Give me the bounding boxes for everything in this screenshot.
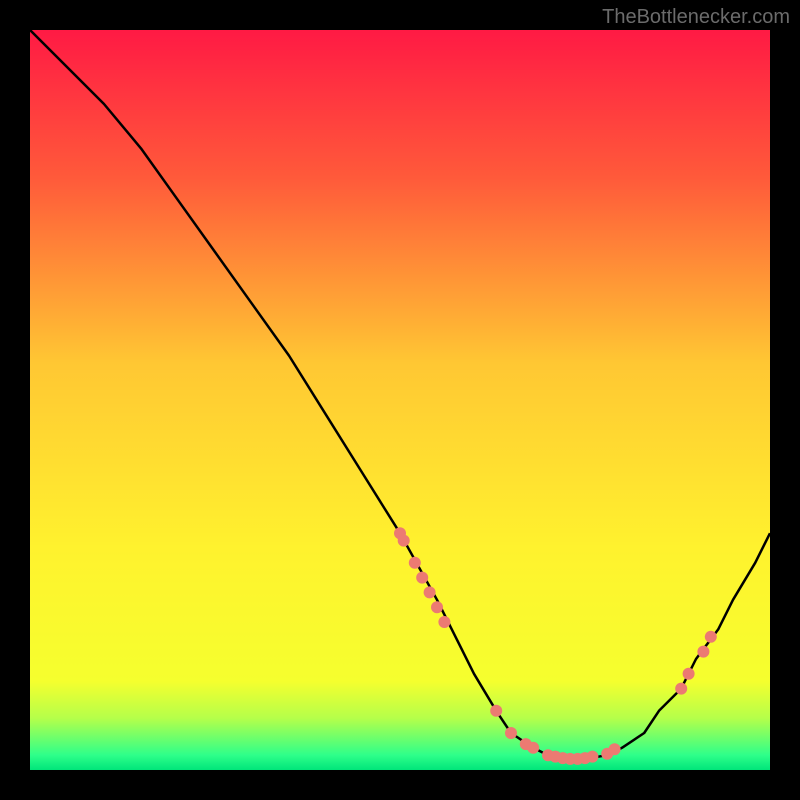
data-point	[609, 743, 621, 755]
data-point	[586, 751, 598, 763]
data-point	[490, 705, 502, 717]
data-point	[424, 586, 436, 598]
data-point	[409, 557, 421, 569]
data-point	[431, 601, 443, 613]
data-point	[505, 727, 517, 739]
data-point	[416, 572, 428, 584]
data-point	[398, 535, 410, 547]
data-point	[438, 616, 450, 628]
data-point	[527, 742, 539, 754]
chart-svg	[30, 30, 770, 770]
gradient-background	[30, 30, 770, 770]
data-point	[705, 631, 717, 643]
data-point	[675, 683, 687, 695]
watermark-text: TheBottlenecker.com	[602, 6, 790, 29]
chart-area	[30, 30, 770, 770]
data-point	[683, 668, 695, 680]
data-point	[697, 646, 709, 658]
